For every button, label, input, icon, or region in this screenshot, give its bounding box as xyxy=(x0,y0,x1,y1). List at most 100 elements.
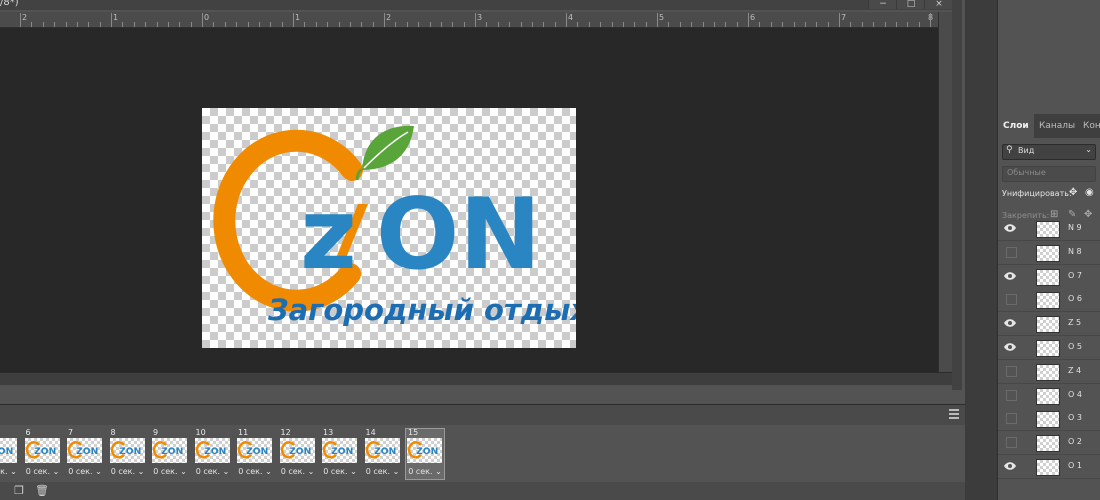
ruler-tick xyxy=(543,22,545,27)
eye-icon[interactable] xyxy=(1004,461,1016,471)
tab-paths[interactable]: Конт xyxy=(1078,114,1100,138)
visibility-toggle[interactable] xyxy=(1006,389,1017,401)
layer-name: Z 5 xyxy=(1068,318,1082,328)
ruler-tick xyxy=(839,13,840,27)
horizontal-ruler[interactable]: 2 1 0 1 2 3 4 5 6 7 8 xyxy=(0,12,938,28)
frame-delay-select[interactable]: 0 сек. ⌄ xyxy=(151,467,189,476)
visibility-toggle[interactable] xyxy=(1006,246,1017,258)
eye-icon[interactable] xyxy=(1004,318,1016,328)
upper-panel xyxy=(997,0,1100,114)
frame-delay-select[interactable]: 0 сек. ⌄ xyxy=(364,467,402,476)
timeline-frame[interactable]: 10 ZON 0 сек. ⌄ xyxy=(194,428,232,479)
frame-thumbnail: ZON xyxy=(152,438,187,463)
ruler-tick xyxy=(509,22,511,27)
visibility-toggle[interactable] xyxy=(1006,437,1017,449)
timeline-menu-icon[interactable] xyxy=(949,409,959,419)
layer-row[interactable]: Z 4 xyxy=(998,359,1100,384)
lock-position-icon[interactable]: ✥ xyxy=(1084,209,1092,220)
frame-delay-select[interactable]: 0 сек. ⌄ xyxy=(194,467,232,476)
frame-delay-select[interactable]: 0 сек. ⌄ xyxy=(0,467,19,476)
layer-row[interactable]: O 2 xyxy=(998,431,1100,456)
frame-delay-select[interactable]: 0 сек. ⌄ xyxy=(236,467,274,476)
layer-filter-select[interactable]: ⚲ Вид ⌄ xyxy=(1002,144,1096,160)
layer-row[interactable]: O 5 xyxy=(998,336,1100,360)
frame-delay-select[interactable]: 0 сек. ⌄ xyxy=(24,467,62,476)
timeline-frame[interactable]: 9 ZON 0 сек. ⌄ xyxy=(151,428,189,479)
lock-brush-icon[interactable]: ✎ xyxy=(1068,209,1076,220)
layer-row[interactable]: N 8 xyxy=(998,240,1100,265)
timeline-frame[interactable]: 12 ZON 0 сек. ⌄ xyxy=(279,428,317,479)
visibility-toggle[interactable] xyxy=(1006,365,1017,377)
tab-layers[interactable]: Слои xyxy=(998,114,1034,138)
timeline-frame[interactable]: 7 ZON 0 сек. ⌄ xyxy=(66,428,104,479)
layer-row[interactable]: N 9 xyxy=(998,220,1100,241)
visibility-toggle[interactable] xyxy=(1006,413,1017,425)
frame-thumbnail: ZON xyxy=(322,438,357,463)
ruler-tick xyxy=(725,22,727,27)
vertical-ruler[interactable] xyxy=(938,12,953,372)
blend-mode-select[interactable]: Обычные xyxy=(1002,166,1096,182)
layer-name: O 5 xyxy=(1068,342,1082,351)
trash-icon[interactable]: 🗑 xyxy=(35,484,49,498)
frame-delay-select[interactable]: 0 сек. ⌄ xyxy=(66,467,104,476)
eye-icon[interactable] xyxy=(1004,271,1016,281)
timeline-frame[interactable]: 8 ZON 0 сек. ⌄ xyxy=(109,428,147,479)
layer-thumbnail xyxy=(1036,268,1060,286)
ruler-tick xyxy=(361,22,363,27)
timeline-frame[interactable]: 14 ZON 0 сек. ⌄ xyxy=(364,428,402,479)
frame-delay-select[interactable]: 0 сек. ⌄ xyxy=(109,467,147,476)
frame-delay-select[interactable]: 0 сек. ⌄ xyxy=(406,467,444,476)
frame-delay-select[interactable]: 0 сек. ⌄ xyxy=(321,467,359,476)
ruler-tick xyxy=(20,13,21,27)
frame-thumbnail: ZON xyxy=(407,438,442,463)
timeline-frame[interactable]: 15 ZON 0 сек. ⌄ xyxy=(405,428,445,480)
layer-name: N 9 xyxy=(1068,223,1082,232)
unify-visibility-icon[interactable]: ◉ xyxy=(1085,187,1094,198)
ruler-tick xyxy=(349,22,351,27)
timeline-frame[interactable]: 6 ZON 0 сек. ⌄ xyxy=(24,428,62,479)
horizontal-scrollbar[interactable] xyxy=(0,372,952,385)
new-frame-icon[interactable]: ❐ xyxy=(12,484,26,498)
eye-icon[interactable] xyxy=(1004,342,1016,352)
layer-name: O 2 xyxy=(1068,437,1082,447)
layer-name: O 1 xyxy=(1068,461,1082,470)
ruler-tick xyxy=(65,22,67,27)
ruler-tick xyxy=(486,22,488,27)
ruler-tick xyxy=(304,22,306,27)
timeline-frame[interactable]: ZON 0 сек. ⌄ xyxy=(0,429,19,479)
frame-thumbnail: ZON xyxy=(364,438,400,463)
maximize-button[interactable]: □ xyxy=(896,0,925,9)
eye-icon[interactable] xyxy=(1004,223,1016,233)
timeline-header xyxy=(0,404,965,425)
ruler-tick xyxy=(770,22,772,27)
frame-delay-select[interactable]: 0 сек. ⌄ xyxy=(279,467,317,476)
layer-row[interactable]: O 3 xyxy=(998,407,1100,432)
ruler-tick xyxy=(873,22,875,27)
timeline-frame[interactable]: 11 ZON 0 сек. ⌄ xyxy=(236,428,274,479)
timeline-frame[interactable]: 13 ZON 0 сек. ⌄ xyxy=(321,428,359,479)
minimize-button[interactable]: − xyxy=(868,0,897,9)
layer-row[interactable]: O 6 xyxy=(998,288,1100,313)
blend-mode-label: Обычные xyxy=(1007,168,1046,177)
ruler-number: 0 xyxy=(204,13,210,22)
visibility-toggle[interactable] xyxy=(1006,294,1017,306)
layer-row[interactable]: O 7 xyxy=(998,264,1100,289)
layer-row[interactable]: O 1 xyxy=(998,455,1100,479)
artboard[interactable]: z ON Загородный отдых xyxy=(202,108,576,348)
ruler-tick xyxy=(179,22,181,27)
tab-channels[interactable]: Каналы xyxy=(1034,114,1080,138)
close-button[interactable]: × xyxy=(924,0,953,9)
ruler-tick xyxy=(384,13,385,27)
layer-row[interactable]: O 4 xyxy=(998,383,1100,408)
frame-thumbnail: ZON xyxy=(194,438,230,463)
ruler-tick xyxy=(76,22,78,27)
canvas-area[interactable]: z ON Загородный отдых xyxy=(0,28,938,372)
svg-text:ZON: ZON xyxy=(331,446,353,457)
unify-position-icon[interactable]: ✥ xyxy=(1069,187,1077,198)
ruler-tick xyxy=(861,22,863,27)
ruler-tick xyxy=(440,22,442,27)
frame-thumbnail: ZON xyxy=(67,438,102,463)
lock-transparency-icon[interactable]: ⊞ xyxy=(1050,209,1058,220)
ruler-tick xyxy=(247,22,249,27)
layer-row[interactable]: Z 5 xyxy=(998,312,1100,337)
